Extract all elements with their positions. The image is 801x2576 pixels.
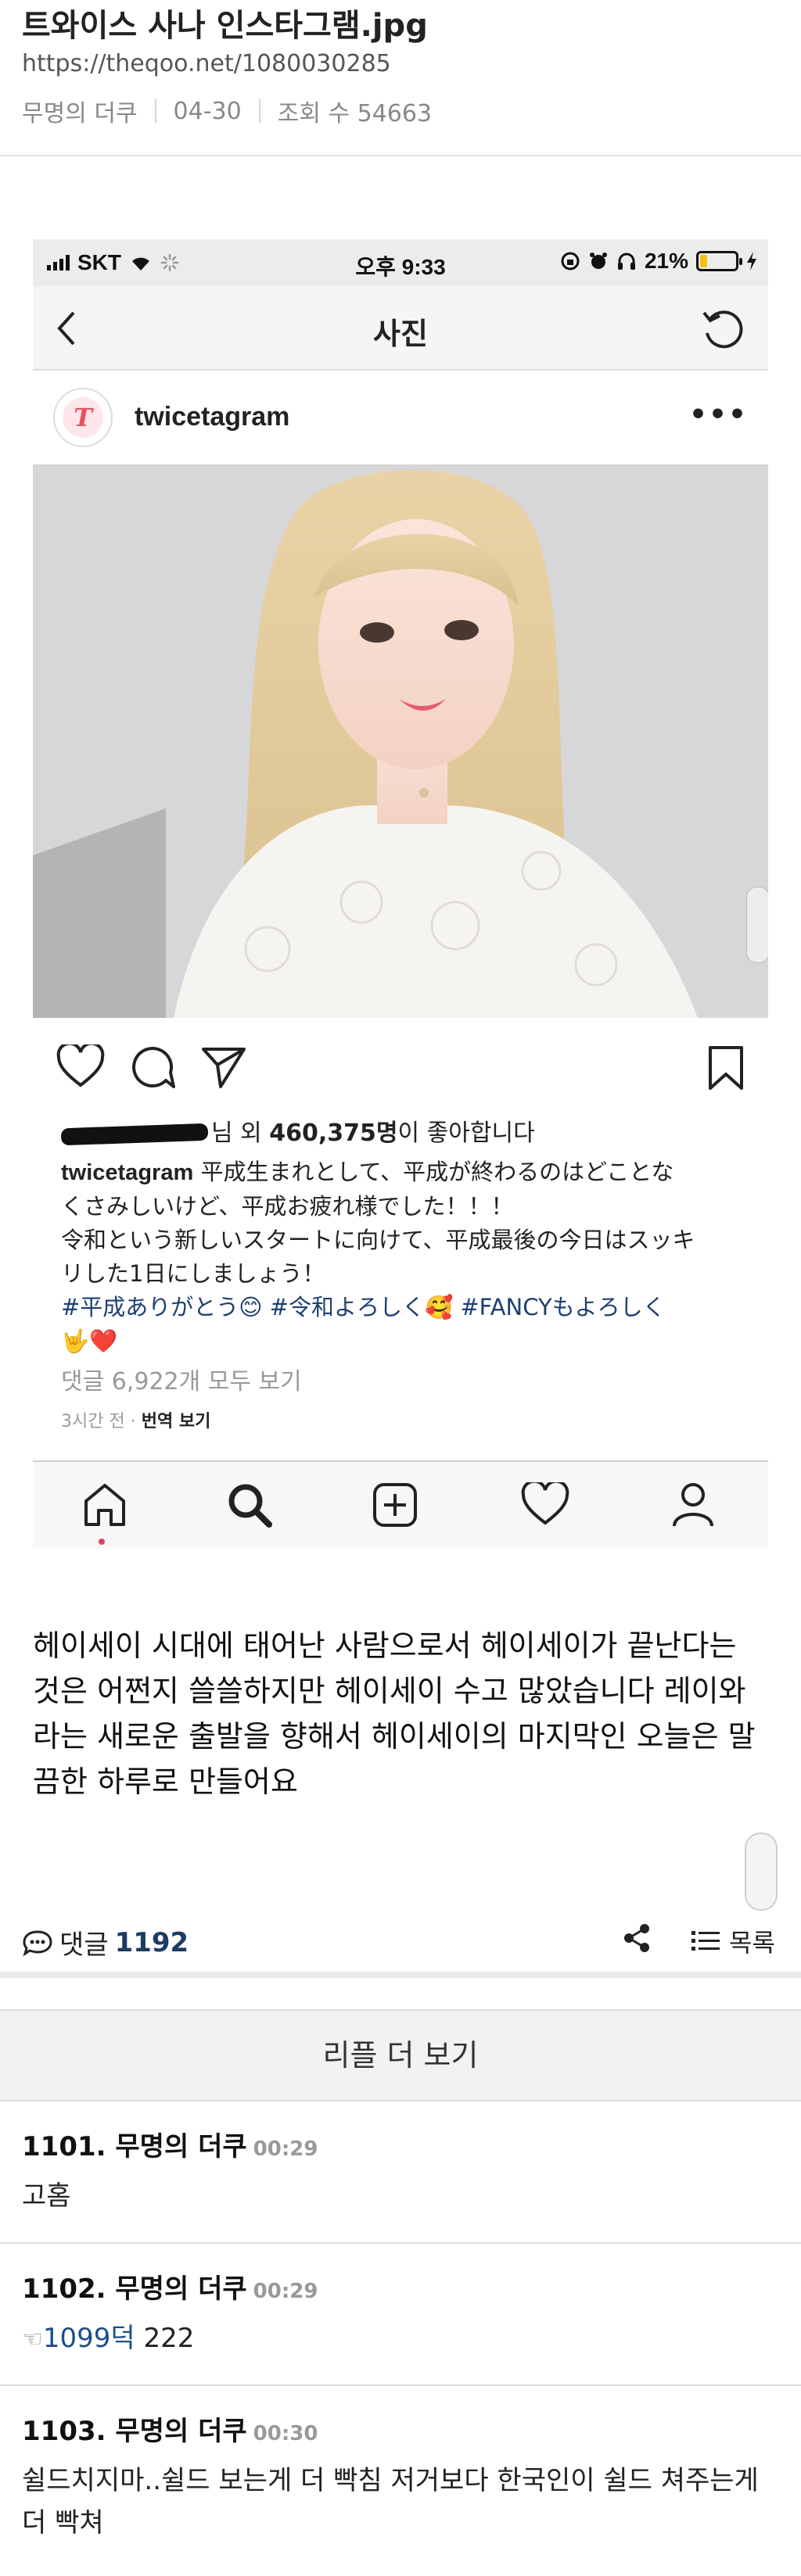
photo-scroll-handle[interactable]	[746, 887, 768, 963]
rotation-lock-icon	[561, 252, 580, 270]
refresh-icon[interactable]	[699, 306, 746, 353]
comment-reference-link[interactable]: 1099덕	[43, 2323, 135, 2354]
caption-line-1: 平成生まれとして、平成が終わるのはどことな	[193, 1159, 674, 1185]
caption-line-2: くさみしいけど、平成お疲れ様でした！！！	[61, 1193, 514, 1220]
list-button[interactable]: 목록	[691, 1923, 775, 1959]
meta-divider	[258, 99, 260, 123]
comment-number[interactable]: 1103	[22, 2416, 96, 2447]
list-icon	[691, 1931, 720, 1951]
caption-emoji-line: 🤟❤️	[61, 1327, 118, 1354]
comment-number[interactable]: 1102	[22, 2273, 96, 2305]
article-url[interactable]: https://theqoo.net/1080030285	[22, 50, 391, 77]
charging-icon	[747, 252, 756, 270]
share-send-icon[interactable]	[200, 1044, 247, 1090]
pointing-hand-icon: ☜	[22, 2326, 43, 2353]
battery-icon	[696, 251, 742, 271]
profile-avatar[interactable]: T	[53, 388, 113, 447]
list-label: 목록	[729, 1928, 775, 1958]
comment-label: 댓글	[59, 1929, 109, 1961]
home-icon[interactable]	[83, 1482, 127, 1528]
comment-meta: 1102. 무명의 더쿠 00:29	[22, 2273, 318, 2305]
battery-percent: 21%	[644, 249, 688, 273]
comment-body: 222	[135, 2323, 195, 2354]
headphones-icon	[617, 253, 635, 270]
more-replies-button[interactable]: 리플 더 보기	[0, 2009, 801, 2101]
comment-item: 1101. 무명의 더쿠 00:29 고홈	[0, 2101, 801, 2244]
new-post-icon[interactable]	[372, 1482, 418, 1528]
post-date: 04-30	[173, 97, 242, 125]
post-username[interactable]: twicetagram	[135, 402, 289, 432]
selfie-illustration	[33, 464, 768, 1018]
page-scroll-handle[interactable]	[745, 1833, 778, 1911]
comment-bubble-icon[interactable]	[130, 1044, 175, 1090]
comment-count-group[interactable]: 댓글 1192	[22, 1923, 189, 1962]
more-options-icon[interactable]: •••	[689, 399, 748, 431]
comment-count: 1192	[114, 1926, 189, 1958]
caption-line-3: 令和という新しいスタートに向けて、平成最後の今日はスッキ	[61, 1227, 695, 1253]
time-ago: 3시간 전 ·	[61, 1412, 142, 1431]
likes-prefix: 님 외	[211, 1120, 270, 1147]
comment-author: 무명의 더쿠	[115, 2131, 247, 2162]
post-time: 3시간 전 · 번역 보기	[61, 1407, 210, 1432]
comment-text: 쉴드치지마..쉴드 보는게 더 빡침 저거보다 한국인이 쉴드 쳐주는게 더 빡…	[22, 2465, 759, 2538]
redacted-username	[60, 1123, 209, 1145]
view-all-comments-link[interactable]: 댓글 6,922개 모두 보기	[61, 1362, 302, 1396]
likes-count: 460,375명	[269, 1120, 398, 1147]
twice-logo-icon: T	[63, 397, 103, 438]
caption-username[interactable]: twicetagram	[61, 1160, 193, 1185]
comment-meta: 1101. 무명의 더쿠 00:29	[22, 2131, 318, 2162]
comment-toolbar: 댓글 1192 목록	[0, 1900, 801, 1978]
caption-line-4: リした1日にしましょう！	[61, 1260, 325, 1287]
article-meta: 무명의 더쿠 04-30 조회 수 54663	[22, 94, 432, 128]
instagram-tab-bar	[33, 1460, 768, 1549]
nav-title: 사진	[373, 317, 428, 351]
instagram-screenshot: SKT 오후 9:33 21% 사진 T twicetagram ••• 님 외…	[33, 239, 768, 1549]
article-header: 트와이스 사나 인스타그램.jpg https://theqoo.net/108…	[0, 0, 801, 156]
comment-icon	[23, 1929, 52, 1957]
like-heart-icon[interactable]	[56, 1044, 105, 1088]
comment-item: 1102. 무명의 더쿠 00:29 ☜1099덕 222	[0, 2244, 801, 2386]
comment-text: 고홈	[22, 2180, 71, 2212]
likes-line[interactable]: 님 외 460,375명이 좋아합니다	[60, 1113, 535, 1148]
comment-author: 무명의 더쿠	[115, 2416, 247, 2447]
status-right-group: 21%	[560, 249, 757, 274]
comment-time: 00:29	[253, 2280, 318, 2303]
post-header: T twicetagram •••	[33, 371, 768, 464]
comment-author: 무명의 더쿠	[115, 2273, 247, 2305]
bookmark-icon[interactable]	[707, 1044, 745, 1091]
phone-status-bar: SKT 오후 9:33 21%	[33, 239, 768, 286]
post-actions	[33, 1018, 768, 1104]
comment-text: ☜1099덕 222	[22, 2317, 779, 2361]
author-name[interactable]: 무명의 더쿠	[22, 94, 138, 128]
comment-time: 00:30	[253, 2422, 318, 2445]
post-caption: twicetagram 平成生まれとして、平成が終わるのはどことな くさみしいけ…	[61, 1155, 749, 1358]
article-title: 트와이스 사나 인스타그램.jpg	[22, 8, 428, 44]
caption-hashtags[interactable]: #平成ありがとう😊 #令和よろしく🥰 #FANCYもよろしく	[61, 1291, 749, 1324]
comment-time: 00:29	[253, 2137, 318, 2161]
view-count: 조회 수 54663	[277, 100, 433, 127]
profile-icon[interactable]	[671, 1482, 715, 1528]
comment-meta: 1103. 무명의 더쿠 00:30	[22, 2416, 318, 2447]
translate-link[interactable]: 번역 보기	[142, 1412, 211, 1431]
share-icon[interactable]	[623, 1923, 651, 1953]
comment-number[interactable]: 1101	[22, 2131, 96, 2162]
activity-heart-icon[interactable]	[521, 1482, 569, 1526]
alarm-icon	[589, 253, 607, 269]
comment-item: 1103. 무명의 더쿠 00:30 쉴드치지마..쉴드 보는게 더 빡침 저거보…	[0, 2386, 801, 2576]
article-body-text: 헤이세이 시대에 태어난 사람으로서 헤이세이가 끝난다는 것은 어쩐지 쓸쓸하…	[33, 1628, 756, 1799]
battery-fill	[700, 255, 707, 267]
home-active-dot	[99, 1539, 105, 1545]
meta-divider	[154, 99, 156, 123]
post-photo	[33, 464, 768, 1018]
likes-tail: 이 좋아합니다	[397, 1120, 535, 1147]
search-icon[interactable]	[227, 1482, 272, 1528]
instagram-nav-bar: 사진	[33, 286, 768, 371]
